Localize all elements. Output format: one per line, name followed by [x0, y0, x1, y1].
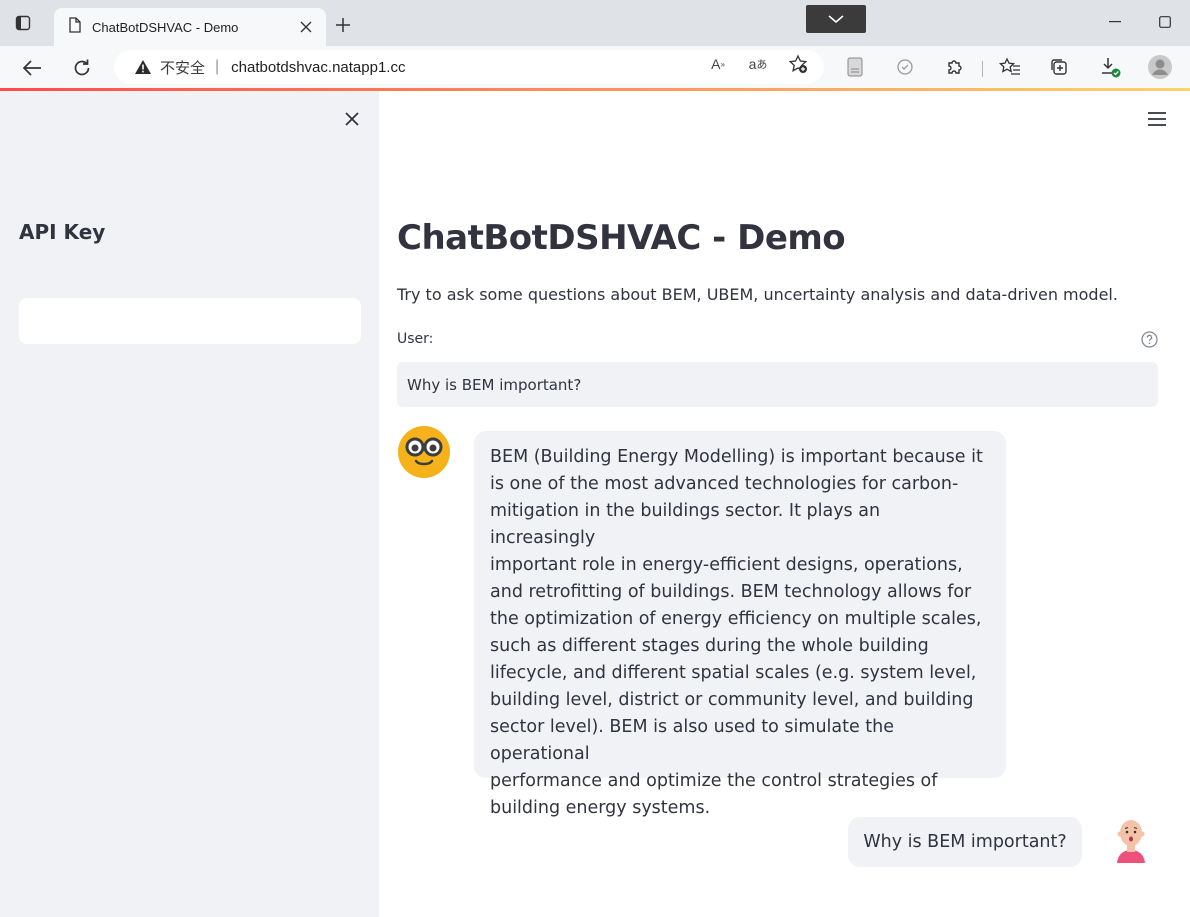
browser-tab[interactable]: ChatBotDSHVAC - Demo	[54, 8, 326, 46]
bot-message-line: sector level). BEM is also used to simul…	[490, 717, 895, 764]
bot-message-line: such as different stages during the whol…	[490, 636, 929, 656]
tracking-icon[interactable]	[893, 56, 917, 78]
page-icon	[68, 16, 82, 38]
help-icon[interactable]	[1140, 330, 1158, 348]
browser-nav-bar: 不安全 | chatbotdshvac.natapp1.cc A» aあ	[0, 46, 1190, 88]
bot-message-bubble: BEM (Building Energy Modelling) is impor…	[474, 431, 1006, 818]
api-key-input[interactable]	[19, 298, 361, 344]
add-favorite-icon[interactable]	[787, 54, 809, 74]
bot-message-line: and retrofitting of buildings. BEM techn…	[490, 582, 972, 602]
page-title: ChatBotDSHVAC - Demo	[397, 218, 846, 258]
favorites-icon[interactable]	[998, 56, 1022, 78]
tab-actions-icon[interactable]	[12, 12, 34, 34]
bot-message-line: building level, district or community le…	[490, 690, 974, 710]
puzzle-icon[interactable]	[943, 56, 967, 78]
bot-message-line: is one of the most advanced technologies…	[490, 474, 959, 494]
collections-icon[interactable]	[1047, 56, 1071, 78]
bot-message-text: BEM (Building Energy Modelling) is impor…	[490, 444, 990, 822]
tab-title: ChatBotDSHVAC - Demo	[92, 19, 239, 35]
download-icon[interactable]	[1098, 56, 1122, 78]
close-icon[interactable]	[340, 107, 364, 131]
maximize-icon[interactable]	[1150, 10, 1180, 34]
hamburger-icon[interactable]	[1145, 107, 1169, 131]
user-question-input[interactable]	[397, 362, 1158, 407]
bot-message-line: important role in energy-efficient desig…	[490, 555, 963, 575]
minimize-icon[interactable]	[1100, 10, 1130, 34]
bot-message-line: the optimization of energy efficiency on…	[490, 609, 982, 629]
reading-view-icon[interactable]	[843, 56, 867, 78]
bot-message-line: performance and optimize the control str…	[490, 771, 938, 791]
bot-message-line: BEM (Building Energy Modelling) is impor…	[490, 447, 983, 467]
plus-icon[interactable]	[332, 14, 354, 36]
bot-message-line: lifecycle, and different spatial scales …	[490, 663, 977, 683]
main-content: ChatBotDSHVAC - Demo Try to ask some que…	[379, 91, 1190, 917]
read-aloud-icon[interactable]: A»	[707, 54, 729, 74]
user-input-label: User:	[397, 331, 434, 347]
bot-message-line: mitigation in the buildings sector. It p…	[490, 501, 881, 548]
browser-tab-bar: ChatBotDSHVAC - Demo	[0, 0, 1190, 46]
back-arrow-icon[interactable]	[19, 55, 45, 81]
user-message-text: Why is BEM important?	[863, 832, 1067, 852]
user-avatar-icon	[1109, 817, 1153, 865]
chevron-down-icon[interactable]	[806, 5, 866, 33]
user-message-bubble: Why is BEM important?	[848, 817, 1082, 867]
security-status[interactable]: 不安全	[160, 57, 205, 78]
bot-avatar-icon	[397, 425, 451, 479]
warning-icon[interactable]	[134, 59, 152, 75]
profile-icon[interactable]	[1148, 55, 1172, 79]
sidebar: API Key	[0, 91, 379, 917]
sidebar-title: API Key	[19, 220, 106, 244]
page-subtitle: Try to ask some questions about BEM, UBE…	[397, 285, 1118, 304]
translate-icon[interactable]: aあ	[747, 54, 769, 74]
toolbar-divider	[982, 61, 983, 77]
refresh-icon[interactable]	[69, 55, 95, 81]
address-separator: |	[215, 58, 220, 75]
address-url[interactable]: chatbotdshvac.natapp1.cc	[231, 59, 405, 76]
close-tab-icon[interactable]	[296, 17, 316, 37]
